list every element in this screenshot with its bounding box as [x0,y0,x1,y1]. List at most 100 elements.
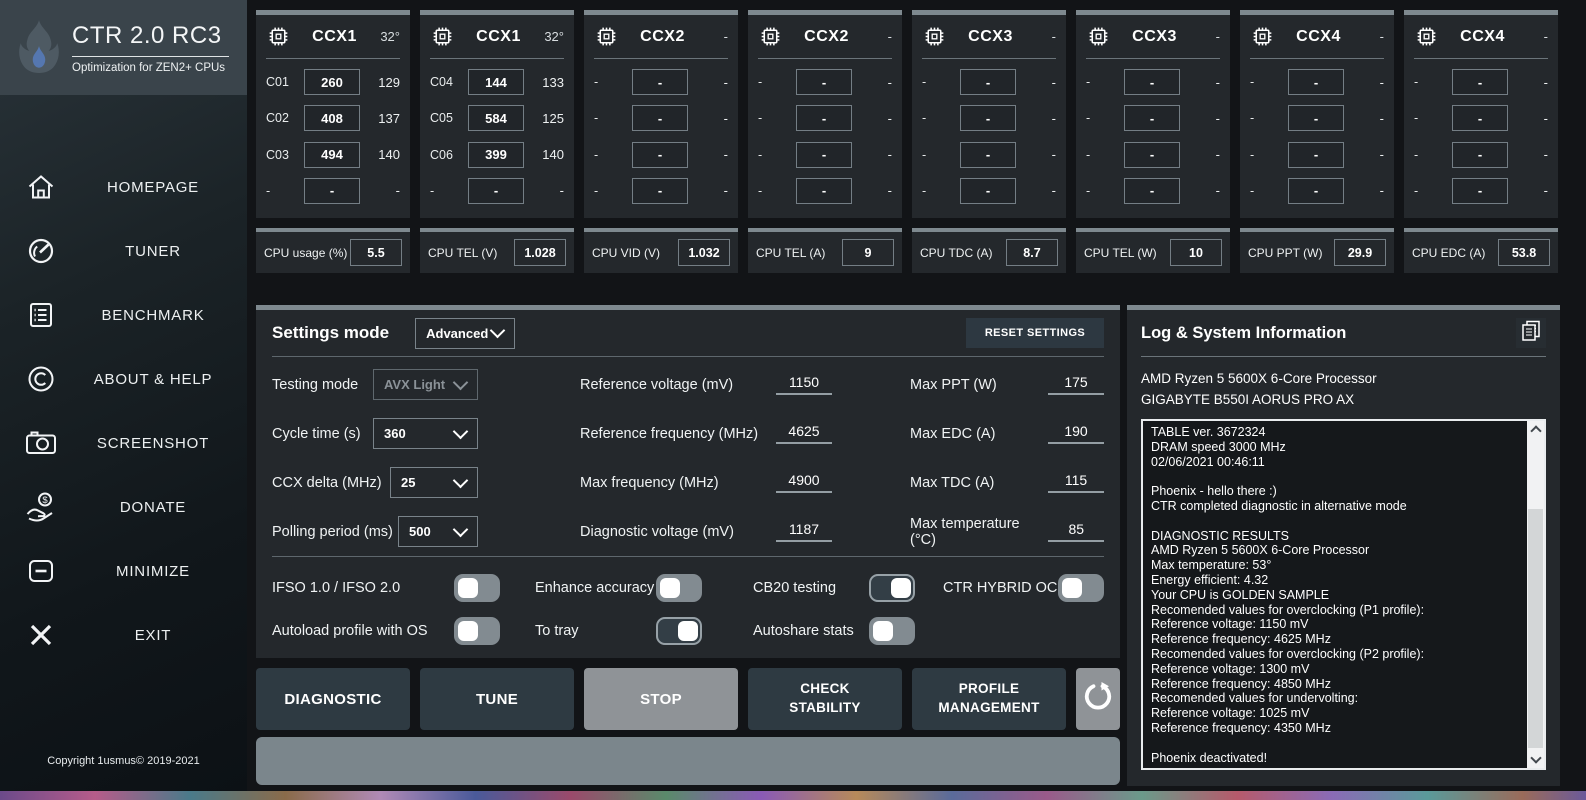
setting-field: Polling period (ms) 500 [272,516,478,547]
toggle-field: CTR HYBRID OC [943,573,1104,602]
core-score: - [1051,110,1056,126]
sidebar-item-about-help[interactable]: ABOUT & HELP [0,347,247,411]
core-value-field[interactable]: 144 [468,69,524,96]
core-value-field[interactable]: - [960,141,1016,168]
core-value-field[interactable]: - [1452,177,1508,204]
core-value-field[interactable]: - [1452,69,1508,96]
input-max-edc-a[interactable]: 190 [1048,423,1104,444]
core-value-field[interactable]: - [960,105,1016,132]
gauge-icon [23,235,59,267]
input-max-ppt-w[interactable]: 175 [1048,374,1104,395]
sidebar-item-tuner[interactable]: TUNER [0,219,247,283]
toggle-autoshare-stats[interactable] [869,616,915,645]
ccx-core-rows: - - - - - - - - - - - - [1240,59,1394,218]
core-label: - [594,147,599,162]
core-value-field[interactable]: - [632,69,688,96]
core-value-field[interactable]: - [796,69,852,96]
dropdown-polling-period-ms[interactable]: 500 [398,516,478,547]
sidebar-item-benchmark[interactable]: BENCHMARK [0,283,247,347]
scrollbar-thumb[interactable] [1528,509,1543,748]
core-label: - [922,75,927,90]
core-value-field[interactable]: - [796,141,852,168]
core-value-field[interactable]: 584 [468,105,524,132]
dropdown-ccx-delta-mhz[interactable]: 25 [390,467,478,498]
core-value-field[interactable]: 260 [304,69,360,96]
copy-log-button[interactable] [1516,318,1546,348]
ccx-core-rows: C04 144 133 C05 584 125 C06 399 140 - - - [420,59,574,218]
cpu-chip-icon [1086,24,1111,49]
toggles-section: IFSO 1.0 / IFSO 2.0 Enhance accuracy CB20 … [256,570,1120,648]
input-max-frequency-mhz[interactable]: 4900 [776,472,832,493]
refresh-button[interactable] [1076,668,1120,730]
core-value-field[interactable]: - [632,177,688,204]
separator [272,556,1104,557]
sidebar-item-donate[interactable]: $ DONATE [0,475,247,539]
tune-button[interactable]: TUNE [420,668,574,730]
core-value-field[interactable]: - [960,177,1016,204]
dropdown-testing-mode[interactable]: AVX Light [373,369,478,400]
core-value-field[interactable]: - [1124,105,1180,132]
core-value-field[interactable]: - [1452,141,1508,168]
stat-label: CPU VID (V) [592,245,661,260]
core-value-field[interactable]: - [468,177,524,204]
ccx-core-row: --- [1404,105,1558,132]
sidebar-item-screenshot[interactable]: SCREENSHOT [0,411,247,475]
core-value-field[interactable]: - [1288,177,1344,204]
setting-field: Testing mode AVX Light [272,369,478,400]
dropdown-cycle-time-s[interactable]: 360 [373,418,478,449]
core-label: - [922,111,927,126]
core-value-field[interactable]: - [1288,69,1344,96]
input-max-temperature-c[interactable]: 85 [1048,521,1104,542]
input-reference-frequency-mhz[interactable]: 4625 [776,423,832,444]
diagnostic-button[interactable]: DIAGNOSTIC [256,668,410,730]
toggle-enhance-accuracy[interactable] [656,573,702,602]
stop-button[interactable]: STOP [584,668,738,730]
input-reference-voltage-mv[interactable]: 1150 [776,374,832,395]
log-textbox[interactable]: TABLE ver. 3672324 DRAM speed 3000 MHz 02/… [1141,419,1546,770]
core-value-field[interactable]: - [632,105,688,132]
sidebar-item-homepage[interactable]: HOMEPAGE [0,155,247,219]
settings-mode-dropdown[interactable]: Advanced [415,317,516,349]
check-stability-button[interactable]: CHECK STABILITY [748,668,902,730]
core-value-field[interactable]: - [796,105,852,132]
core-score: - [887,110,892,126]
core-value-field[interactable]: 494 [304,141,360,168]
toggle-ifso-1-0-ifso-2-0[interactable] [454,573,500,602]
core-label: - [758,183,763,198]
toggle-ctr-hybrid-oc[interactable] [1058,573,1104,602]
ccx-panel-header: CCX2 - [584,15,738,58]
profile-management-button[interactable]: PROFILE MANAGEMENT [912,668,1066,730]
core-score: - [723,147,728,163]
setting-label: CCX delta (MHz) [272,474,382,491]
sidebar-item-minimize[interactable]: MINIMIZE [0,539,247,603]
scroll-down-arrow[interactable] [1527,751,1544,768]
log-text[interactable]: TABLE ver. 3672324 DRAM speed 3000 MHz 02/… [1143,421,1527,768]
core-value-field[interactable]: - [1124,141,1180,168]
refresh-icon [1082,681,1114,718]
core-value-field[interactable]: - [1124,69,1180,96]
sidebar-item-exit[interactable]: EXIT [0,603,247,667]
core-value-field[interactable]: - [796,177,852,204]
core-value-field[interactable]: 399 [468,141,524,168]
toggle-cb20-testing[interactable] [869,573,915,602]
core-score: - [887,74,892,90]
core-value-field[interactable]: 408 [304,105,360,132]
core-value-field[interactable]: - [1288,105,1344,132]
core-value-field[interactable]: - [960,69,1016,96]
input-max-tdc-a[interactable]: 115 [1048,472,1104,493]
core-value-field[interactable]: - [1452,105,1508,132]
toggle-autoload-profile-with-os[interactable] [454,616,500,645]
core-value-field[interactable]: - [1124,177,1180,204]
ccx-core-row: --- [1404,69,1558,96]
core-value-field[interactable]: - [304,177,360,204]
ccx-core-row: C05 584 125 [420,105,574,132]
core-label: C02 [266,111,289,126]
toggle-to-tray[interactable] [656,616,702,645]
log-scrollbar[interactable] [1527,421,1544,768]
scroll-up-arrow[interactable] [1527,421,1544,438]
reset-settings-button[interactable]: RESET SETTINGS [966,318,1104,348]
input-diagnostic-voltage-mv[interactable]: 1187 [776,521,832,542]
sidebar-item-label: BENCHMARK [101,306,205,324]
core-value-field[interactable]: - [632,141,688,168]
core-value-field[interactable]: - [1288,141,1344,168]
